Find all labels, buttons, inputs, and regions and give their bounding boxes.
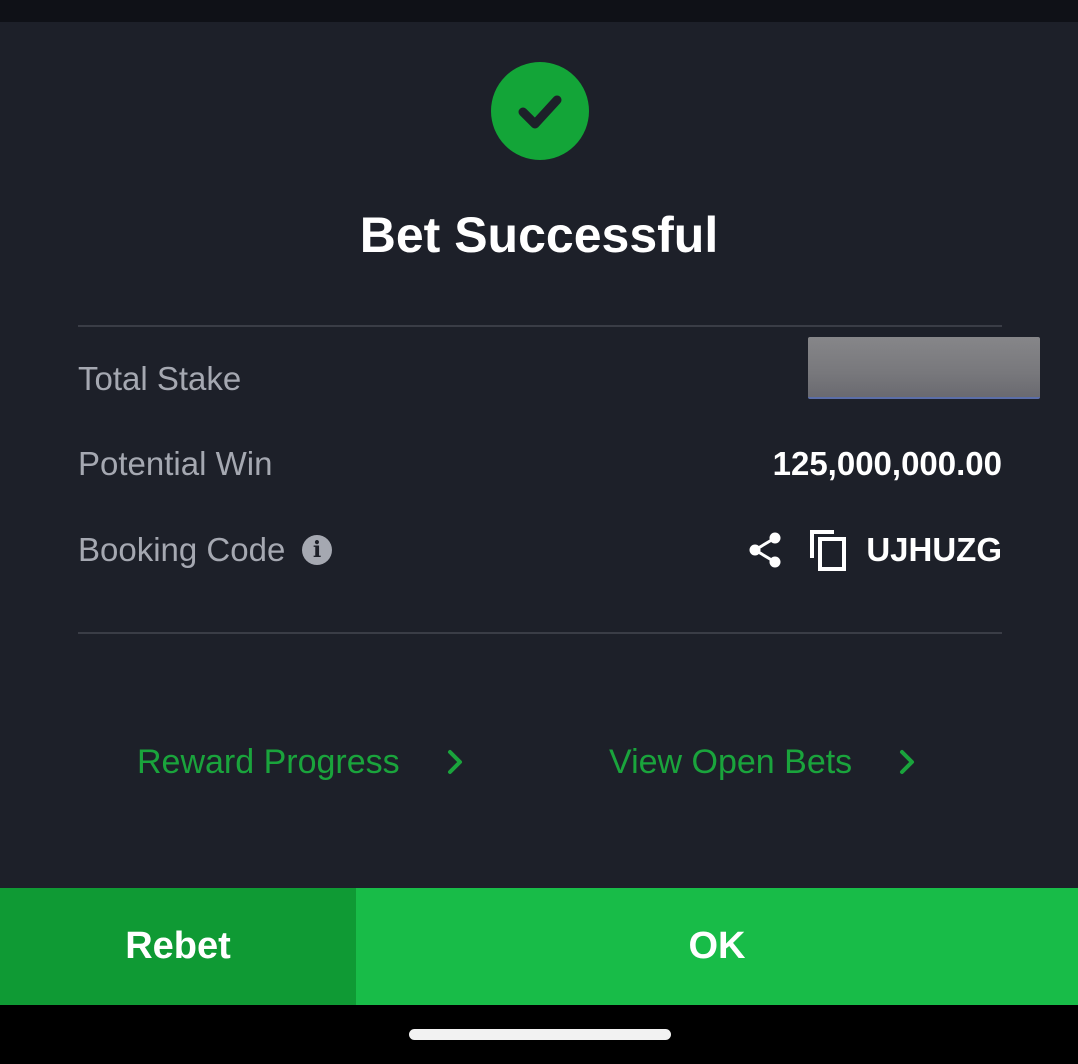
status-bar-strip	[0, 0, 1078, 22]
divider-bottom	[78, 632, 1002, 634]
info-icon[interactable]: i	[302, 535, 332, 565]
checkmark-icon	[518, 95, 562, 129]
ok-button[interactable]: OK	[356, 888, 1078, 1005]
check-circle-icon	[491, 62, 589, 160]
reward-progress-link[interactable]: Reward Progress	[137, 740, 466, 784]
potential-win-value: 125,000,000.00	[772, 445, 1002, 482]
view-open-bets-link[interactable]: View Open Bets	[609, 740, 918, 784]
ok-label: OK	[688, 925, 746, 967]
reward-progress-label: Reward Progress	[137, 743, 400, 781]
total-stake-label: Total Stake	[78, 360, 242, 397]
view-open-bets-label: View Open Bets	[609, 743, 853, 781]
rebet-label: Rebet	[125, 925, 231, 967]
home-indicator[interactable]	[409, 1029, 671, 1040]
booking-code-label: Booking Code	[78, 531, 286, 568]
divider-top	[78, 325, 1002, 327]
chevron-right-icon	[447, 750, 462, 774]
copy-icon[interactable]	[808, 528, 848, 572]
share-icon[interactable]	[745, 530, 785, 570]
potential-win-label: Potential Win	[78, 445, 273, 482]
chevron-right-icon	[900, 750, 915, 774]
total-stake-value-redacted	[808, 337, 1040, 399]
dialog-title: Bet Successful	[359, 207, 719, 263]
rebet-button[interactable]: Rebet	[0, 888, 356, 1005]
booking-code-value: UJHUZG	[866, 531, 1002, 568]
